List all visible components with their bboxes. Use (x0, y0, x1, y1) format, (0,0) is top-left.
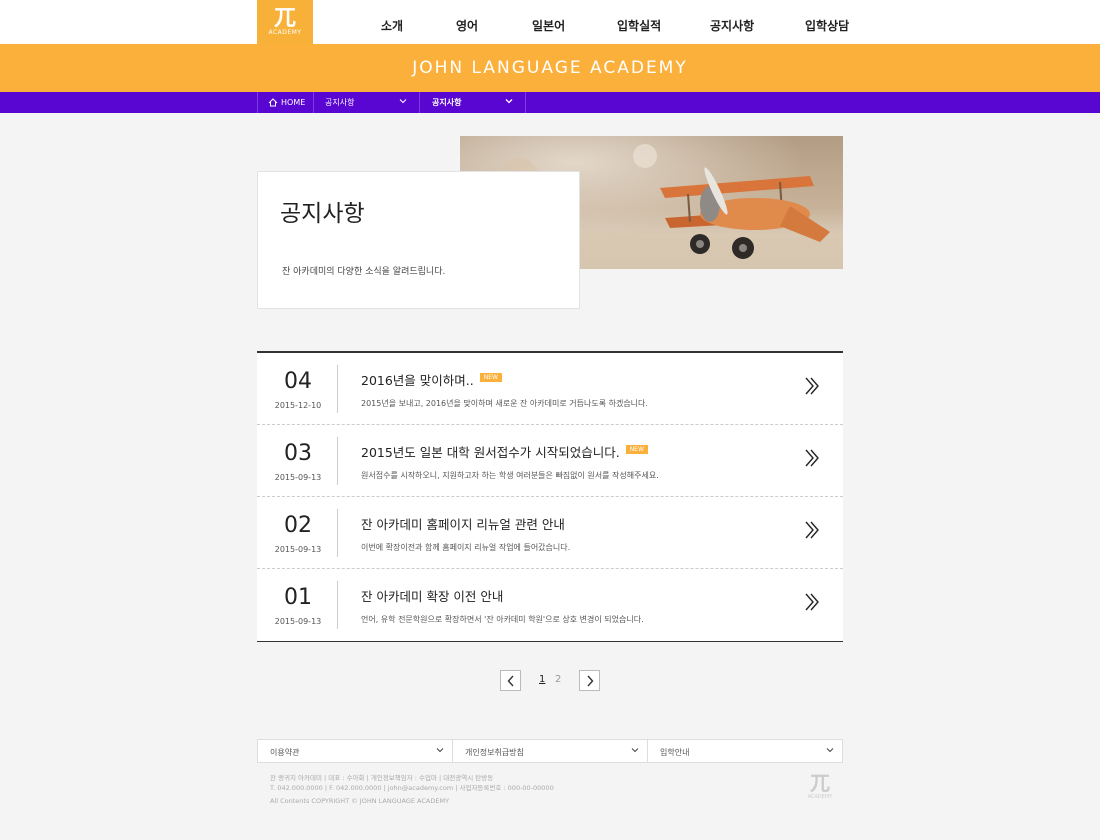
notice-date: 2015-12-10 (274, 401, 322, 410)
nav-item-japanese[interactable]: 일본어 (532, 17, 565, 34)
notice-summary: 언어, 유학 전문학원으로 확장하면서 '잔 아카데미 학원'으로 상호 변경이… (361, 615, 644, 624)
breadcrumb-level1-label: 공지사항 (325, 98, 355, 107)
chevron-down-icon (631, 748, 639, 753)
admission-info-select[interactable]: 입학안내 (648, 740, 842, 762)
privacy-select-label: 개인정보취급방침 (465, 748, 524, 757)
chevron-right-icon (586, 675, 593, 686)
new-badge: NEW (625, 445, 648, 454)
chevron-left-icon (507, 675, 514, 686)
nav-item-consultation[interactable]: 입학상담 (805, 17, 849, 34)
notice-title[interactable]: 잔 아카데미 홈페이지 리뉴얼 관련 안내 (361, 514, 565, 533)
chevron-down-icon (436, 748, 444, 753)
footer-logo-text: ACADEMY (807, 794, 833, 800)
nav-item-english[interactable]: 영어 (456, 17, 478, 34)
banner-title: JOHN LANGUAGE ACADEMY (412, 58, 688, 78)
notice-date: 2015-09-13 (274, 617, 322, 626)
breadcrumb-home[interactable]: HOME (257, 92, 313, 113)
page-description: 잔 아카데미의 다양한 소식을 알려드립니다. (282, 267, 446, 277)
terms-select-label: 이용약관 (270, 748, 300, 757)
double-chevron-right-icon[interactable] (805, 521, 819, 539)
footer-links: 이용약관 개인정보취급방침 입학안내 (257, 739, 843, 763)
logo-text: ACADEMY (268, 29, 302, 36)
prev-page-button[interactable] (500, 670, 521, 691)
terms-select[interactable]: 이용약관 (258, 740, 453, 762)
breadcrumb-level2-label: 공지사항 (432, 98, 462, 107)
notice-date: 2015-09-13 (274, 545, 322, 554)
nav-item-notices[interactable]: 공지사항 (710, 17, 754, 34)
chevron-down-icon (505, 99, 513, 104)
notice-title-text: 2015년도 일본 대학 원서접수가 시작되었습니다. (361, 445, 620, 460)
footer-copyright: All Contents COPYRIGHT © JOHN LANGUAGE A… (270, 797, 450, 805)
row-divider (337, 581, 338, 629)
page-title-card: 공지사항 잔 아카데미의 다양한 소식을 알려드립니다. (257, 171, 580, 309)
next-page-button[interactable] (579, 670, 600, 691)
footer-logo: 兀 ACADEMY (806, 772, 834, 804)
notice-title[interactable]: 잔 아카데미 확장 이전 안내 (361, 586, 503, 605)
double-chevron-right-icon[interactable] (805, 593, 819, 611)
top-navigation-bar: 兀 ACADEMY 소개 영어 일본어 입학실적 공지사항 입학상담 (0, 0, 1100, 44)
notice-row[interactable]: 02 2015-09-13 잔 아카데미 홈페이지 리뉴얼 관련 안내 이번에 … (257, 497, 843, 569)
breadcrumb-home-label: HOME (281, 98, 306, 107)
notice-title[interactable]: 2016년을 맞이하며.. NEW (361, 370, 502, 389)
double-chevron-right-icon[interactable] (805, 449, 819, 467)
footer-company-info: 잔 랭귀지 아카데미 | 대표 : 수아화 | 개인정보책임자 : 수업마 | … (270, 774, 494, 782)
page-number-2[interactable]: 2 (555, 674, 561, 685)
row-divider (337, 365, 338, 413)
admission-info-select-label: 입학안내 (660, 748, 690, 757)
notice-title[interactable]: 2015년도 일본 대학 원서접수가 시작되었습니다. NEW (361, 442, 648, 461)
breadcrumb-level1[interactable]: 공지사항 (313, 92, 419, 113)
notice-list: 04 2015-12-10 2016년을 맞이하며.. NEW 2015년을 보내… (257, 351, 843, 642)
notice-summary: 2015년을 보내고, 2016년을 맞이하며 새로운 잔 아카데미로 거듭나도… (361, 399, 648, 408)
notice-summary: 원서접수를 시작하오니, 지원하고자 하는 학생 여러분들은 빠짐없이 원서를 … (361, 471, 659, 480)
notice-row[interactable]: 03 2015-09-13 2015년도 일본 대학 원서접수가 시작되었습니다… (257, 425, 843, 497)
academy-logo[interactable]: 兀 ACADEMY (257, 0, 313, 44)
notice-number: 04 (284, 369, 312, 394)
notice-number: 01 (284, 585, 312, 610)
nav-item-admission-results[interactable]: 입학실적 (617, 17, 661, 34)
logo-mark: 兀 (273, 5, 296, 31)
notice-row[interactable]: 04 2015-12-10 2016년을 맞이하며.. NEW 2015년을 보내… (257, 353, 843, 425)
chevron-down-icon (399, 99, 407, 104)
breadcrumb: HOME 공지사항 공지사항 (0, 92, 1100, 113)
footer-logo-mark: 兀 (810, 771, 830, 795)
home-icon (268, 98, 278, 107)
notice-row[interactable]: 01 2015-09-13 잔 아카데미 확장 이전 안내 언어, 유학 전문학… (257, 569, 843, 641)
notice-number: 02 (284, 513, 312, 538)
row-divider (337, 509, 338, 557)
notice-number: 03 (284, 441, 312, 466)
new-badge: NEW (479, 373, 502, 382)
notice-summary: 이번에 확장이전과 함께 홈페이지 리뉴얼 작업에 들어갔습니다. (361, 543, 571, 552)
notice-date: 2015-09-13 (274, 473, 322, 482)
chevron-down-icon (826, 748, 834, 753)
page-title: 공지사항 (280, 201, 365, 227)
nav-item-intro[interactable]: 소개 (381, 17, 403, 34)
notice-title-text: 2016년을 맞이하며.. (361, 373, 474, 388)
double-chevron-right-icon[interactable] (805, 377, 819, 395)
page-number-1[interactable]: 1 (539, 674, 545, 685)
privacy-select[interactable]: 개인정보취급방침 (453, 740, 648, 762)
breadcrumb-level2[interactable]: 공지사항 (419, 92, 526, 113)
row-divider (337, 437, 338, 485)
site-banner: JOHN LANGUAGE ACADEMY (0, 44, 1100, 92)
footer-contact-info: T. 042.000.0000 | F. 042.000.0000 | john… (270, 784, 554, 792)
